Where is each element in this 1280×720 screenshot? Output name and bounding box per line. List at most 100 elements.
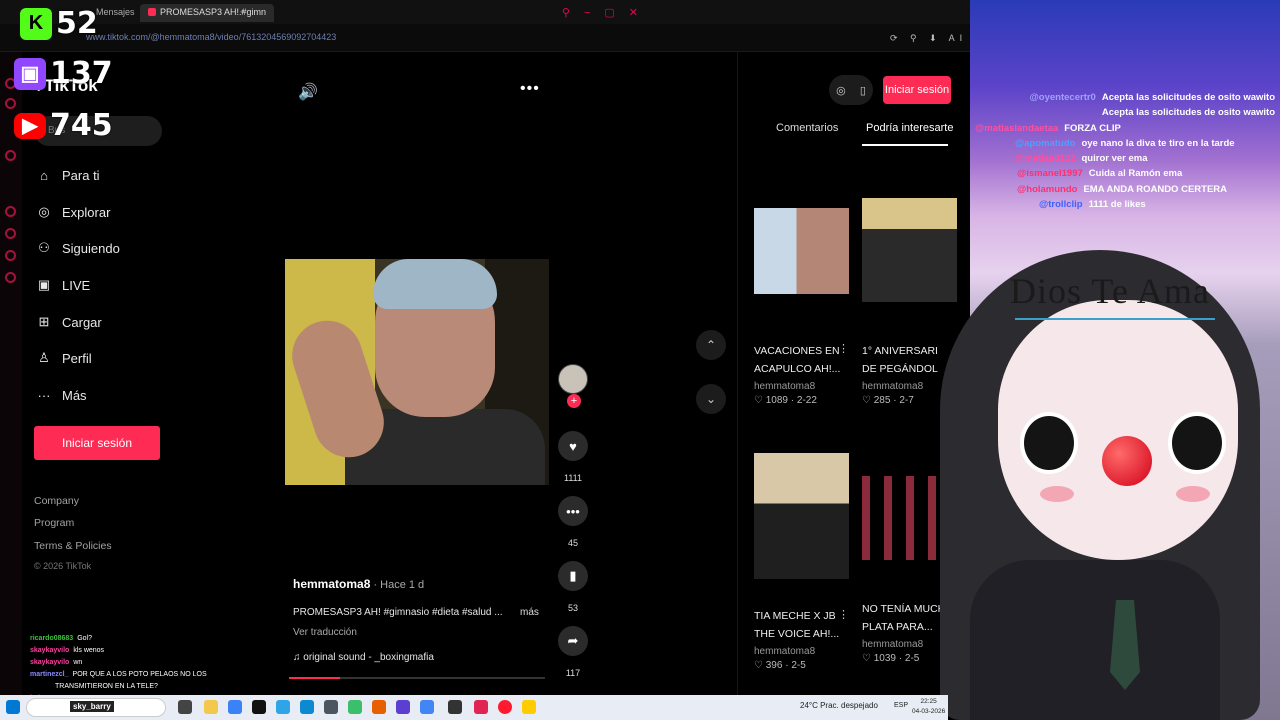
edge-icon[interactable] (300, 700, 314, 714)
footer-link-terms[interactable]: Terms & Policies (34, 540, 112, 552)
video-player[interactable] (285, 259, 549, 485)
overlay-banner: Dios Te Ama (1010, 271, 1210, 311)
save-button[interactable]: ▮ (558, 561, 588, 591)
vtuber-body (970, 560, 1220, 720)
sidebar-item-siguiendo[interactable]: ⚇ Siguiendo (34, 236, 120, 260)
chevron-up-icon: ⌃ (705, 338, 717, 352)
kick-viewer-count: K 52 (20, 6, 98, 41)
sidebar-app-icon[interactable] (5, 206, 16, 217)
chat-text: Acepta las solicitudes de osito wawito (1101, 92, 1275, 103)
chat-user: @holamundo (1017, 183, 1078, 195)
card-title-line: PLATA PARA... (862, 621, 933, 633)
video-feed: 🔊 ••• hemmatoma8 · Hace 1 d PROMESASP3 A… (194, 52, 737, 695)
clock-time: 22:25 (920, 698, 937, 705)
tab-comentarios[interactable]: Comentarios (776, 122, 838, 134)
app-icon[interactable] (348, 700, 362, 714)
tab-podria-interesarte[interactable]: Podría interesarte (866, 122, 953, 134)
video-card[interactable]: TIA MECHE X JB THE VOICE AH!... hemmatoma… (754, 453, 850, 671)
chat-user: skaykayvilo (30, 647, 70, 654)
video-thumbnail[interactable] (862, 198, 957, 302)
more-options-icon[interactable]: ••• (520, 80, 540, 98)
clock[interactable]: 22:25 04-03-2026 (912, 697, 945, 717)
sound-link[interactable]: ♫ original sound - _boxingmafia (293, 652, 434, 663)
taskview-icon[interactable] (178, 700, 192, 714)
sidebar-item-para-ti[interactable]: ⌂ Para ti (34, 163, 100, 187)
new-tab-button[interactable]: + (232, 4, 253, 22)
live-icon: ▣ (37, 277, 51, 292)
address-bar[interactable]: www.tiktok.com/@hemmatoma8/video/7613204… (86, 32, 336, 42)
more-icon: ··· (37, 387, 51, 403)
share-button[interactable]: ➦ (558, 626, 588, 656)
compass-icon: ◎ (38, 204, 50, 219)
tab-tiktok[interactable]: PROMESASP3 AH!.#gimn (140, 4, 275, 22)
explorer-icon[interactable] (204, 700, 218, 714)
chat-user: ricardo08683 (30, 635, 74, 642)
previous-video-button[interactable]: ⌃ (696, 330, 726, 360)
chrome-icon[interactable] (420, 700, 434, 714)
video-thumbnail[interactable] (754, 453, 849, 579)
app-icon[interactable] (228, 700, 242, 714)
sidebar-item-explorar[interactable]: ◎ Explorar (34, 200, 110, 224)
obs-icon[interactable] (448, 700, 462, 714)
comment-button[interactable]: ••• (558, 496, 588, 526)
settings-icon[interactable] (5, 272, 16, 283)
translate-link[interactable]: Ver traducción (293, 627, 357, 638)
sidebar-item-label: Más (62, 387, 87, 403)
card-user[interactable]: hemmatoma8 (754, 381, 850, 392)
firefox-icon[interactable] (372, 700, 386, 714)
sidebar-item-label: Explorar (62, 204, 111, 220)
sidebar-app-icon[interactable] (5, 250, 16, 261)
footer-link-program[interactable]: Program (34, 517, 74, 529)
follow-plus-icon[interactable]: + (567, 394, 581, 408)
next-video-button[interactable]: ⌄ (696, 384, 726, 414)
window-controls[interactable]: ⚲−▢✕ (562, 6, 652, 19)
app-icon[interactable] (474, 700, 488, 714)
language-indicator[interactable]: ESP (894, 702, 908, 709)
chat-message: TRANSMITIERON EN LA TELE? (30, 681, 280, 693)
weather-widget[interactable]: 24°C Prac. despejado (800, 701, 878, 710)
kick-count: 52 (56, 6, 98, 41)
copyright: © 2026 TikTok (34, 561, 92, 571)
music-note-icon: ♫ (293, 652, 304, 663)
volume-icon[interactable]: 🔊 (298, 82, 318, 102)
video-author[interactable]: hemmatoma8 · Hace 1 d (293, 577, 424, 591)
phone-icon: ▯ (859, 84, 866, 97)
footer-link-company[interactable]: Company (34, 495, 79, 507)
sidebar-item-mas[interactable]: ··· Más (34, 383, 87, 407)
upload-icon: ⊞ (38, 314, 50, 329)
video-card[interactable]: VACACIONES EN ACAPULCO AH!... hemmatoma8 … (754, 208, 850, 406)
video-progress-bar[interactable] (289, 677, 545, 679)
app-icon[interactable] (522, 700, 536, 714)
chat-user: martinezcl_ (30, 671, 69, 678)
more-link[interactable]: más (520, 607, 539, 618)
sidebar-item-live[interactable]: ▣ LIVE (34, 273, 90, 297)
author-avatar[interactable] (558, 364, 588, 394)
card-menu-icon[interactable]: ⋮ (838, 342, 849, 355)
opera-icon[interactable] (498, 700, 512, 714)
video-description: PROMESASP3 AH! #gimnasio #dieta #salud .… (293, 607, 503, 618)
twitch-icon[interactable] (5, 150, 16, 161)
like-button[interactable]: ♥ (558, 431, 588, 461)
app-icon[interactable] (324, 700, 338, 714)
video-thumbnail[interactable] (754, 208, 849, 294)
video-person-cap (373, 259, 497, 309)
app-icon[interactable] (396, 700, 410, 714)
youtube-icon: ▶ (14, 112, 46, 139)
start-icon[interactable] (6, 700, 20, 714)
header-login-button[interactable]: Iniciar sesión (883, 76, 951, 104)
sidebar-item-perfil[interactable]: ♙ Perfil (34, 346, 91, 370)
app-download-pill[interactable]: ◎ ▯ (829, 75, 873, 105)
tiktok-sidebar: ♪TikTok Bus ⌂Para ti ◎Explorar ⚇Siguiend… (22, 52, 194, 695)
app-icon[interactable] (252, 700, 266, 714)
chat-text: TRANSMITIERON EN LA TELE? (55, 683, 158, 690)
login-button[interactable]: Iniciar sesión (34, 426, 160, 460)
card-user[interactable]: hemmatoma8 (754, 646, 850, 657)
sidebar-item-label: Siguiendo (62, 240, 120, 256)
sidebar-app-icon[interactable] (5, 228, 16, 239)
app-icon[interactable] (276, 700, 290, 714)
author-name[interactable]: hemmatoma8 (293, 577, 370, 591)
sidebar-item-cargar[interactable]: ⊞ Cargar (34, 310, 102, 334)
like-count: 1111 (563, 473, 583, 483)
card-menu-icon[interactable]: ⋮ (838, 608, 849, 621)
card-meta: ♡ 1089 · 2-22 (754, 395, 817, 406)
